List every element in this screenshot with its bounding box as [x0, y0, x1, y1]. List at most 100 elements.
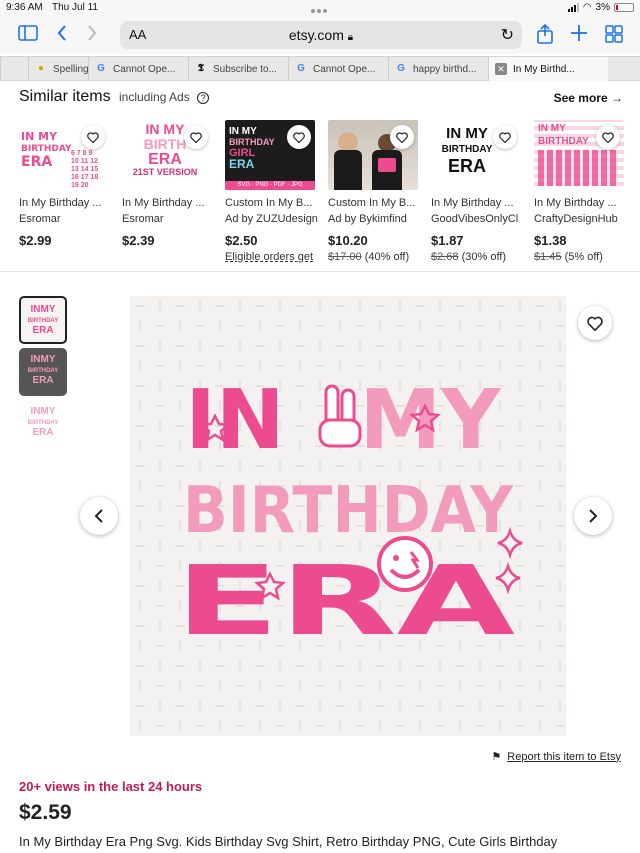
flag-icon: ⚑	[491, 751, 502, 763]
favorite-heart-icon[interactable]	[596, 125, 620, 149]
tab-item[interactable]: Ghappy birthd...	[388, 57, 488, 81]
item-title[interactable]: In My Birthday ...	[431, 197, 523, 209]
new-tab-icon[interactable]	[570, 24, 588, 45]
item-promo-note[interactable]: Eligible orders get	[225, 251, 317, 263]
item-title[interactable]: Custom In My B...	[225, 197, 317, 209]
tab-item[interactable]: ● Spelling	[28, 57, 88, 81]
item-price: $2.99	[19, 233, 52, 248]
nyt-icon: 𝕿	[197, 63, 205, 74]
battery-percent: 3%	[595, 2, 610, 13]
favorite-heart-icon[interactable]	[493, 125, 517, 149]
gallery-thumbnails: INMY BIRTHDAY ERA INMY BIRTHDAY ERA INMY BIRT…	[19, 296, 67, 452]
item-price: $1.87	[431, 233, 464, 248]
item-price: $10.20	[328, 233, 368, 248]
share-icon[interactable]	[536, 23, 554, 47]
item-shop: CraftyDesignHub	[534, 213, 618, 225]
reload-icon[interactable]: ↻	[501, 25, 514, 45]
section-divider	[0, 271, 640, 272]
main-product-image[interactable]: IN MY BIRTHDAY ERA	[130, 296, 566, 736]
google-icon: G	[297, 63, 305, 74]
item-price: $2.39	[122, 233, 155, 248]
favorite-heart-icon[interactable]	[578, 306, 612, 340]
report-item-link[interactable]: ⚑ Report this item to Etsy	[491, 750, 621, 764]
tab-item[interactable]: G Cannot Ope...	[288, 57, 388, 81]
status-bar: 9:36 AM Thu Jul 11 ◠ 3%	[0, 0, 640, 16]
tab-item[interactable]: G Cannot Ope...	[88, 57, 188, 81]
item-original-price: $1.45 (5% off)	[534, 251, 603, 263]
battery-icon	[614, 3, 634, 12]
bee-icon: ●	[37, 63, 45, 74]
favorite-heart-icon[interactable]	[390, 125, 414, 149]
close-icon[interactable]: ✕	[495, 63, 507, 75]
image-word-birthday: BIRTHDAY	[183, 474, 514, 548]
favorite-heart-icon[interactable]	[184, 125, 208, 149]
similar-items-title: Similar items	[19, 88, 111, 105]
tab-item[interactable]: 𝕿 Subscribe to...	[188, 57, 288, 81]
tab-overview-icon[interactable]	[605, 25, 623, 46]
gallery-thumb[interactable]: INMY BIRTHDAY ERA	[19, 348, 67, 396]
item-thumbnail[interactable]: IN MY BIRTHDAY ERA 6 7 8 9 10 11 12 13 14 …	[19, 120, 109, 190]
in-my-birthday-era-graphic: IN MY BIRTHDAY ERA	[130, 296, 566, 736]
smiley-face-icon	[377, 536, 433, 592]
similar-item[interactable]: IN MY BIRTHDAY In My Birthday ... Crafty…	[534, 120, 626, 263]
item-price: $2.50	[225, 233, 258, 248]
item-shop: Ad by Bykimfind	[328, 213, 407, 225]
item-shop: GoodVibesOnlyCl	[431, 213, 519, 225]
address-bar[interactable]: AA etsy.com 🔒︎ ↻	[120, 21, 522, 49]
number-grid-graphic: 6 7 8 9 10 11 12 13 14 15 16 17 18 19 20	[71, 150, 99, 189]
favorite-heart-icon[interactable]	[81, 125, 105, 149]
wifi-icon: ◠	[582, 2, 592, 13]
item-title[interactable]: In My Birthday ...	[122, 197, 214, 209]
product-title: In My Birthday Era Png Svg. Kids Birthda…	[19, 834, 558, 849]
item-original-price: $17.00 (40% off)	[328, 251, 410, 263]
image-word-in: IN	[185, 373, 284, 468]
gallery-thumb-selected[interactable]: INMY BIRTHDAY ERA	[19, 296, 67, 344]
child-photo-front-body	[334, 150, 362, 190]
shirt-print-graphic	[378, 158, 396, 172]
see-more-link[interactable]: See more →	[554, 91, 623, 105]
item-thumbnail[interactable]: IN MY BIRTH ERA 21ST VERSION	[122, 120, 212, 190]
item-title[interactable]: Custom In My B...	[328, 197, 420, 209]
item-shop: Esromar	[19, 213, 61, 225]
tab-bar: ● Spelling G Cannot Ope... 𝕿 Subscribe to..…	[0, 56, 640, 81]
similar-item[interactable]: IN MY BIRTHDAY ERA In My Birthday ... Go…	[431, 120, 523, 263]
favorite-heart-icon[interactable]	[287, 125, 311, 149]
similar-item[interactable]: IN MY BIRTH ERA 21ST VERSION In My Birth…	[122, 120, 214, 248]
item-thumbnail[interactable]: IN MY BIRTHDAY GIRL ERA SVG · PNG · PDF …	[225, 120, 315, 190]
multitasking-dots-icon[interactable]	[311, 5, 331, 13]
status-date: Thu Jul 11	[52, 2, 98, 13]
previous-image-button[interactable]	[80, 497, 118, 535]
google-icon: G	[397, 63, 405, 74]
item-title[interactable]: In My Birthday ...	[19, 197, 111, 209]
tab-item-active[interactable]: ✕ In My Birthd...	[488, 57, 608, 81]
item-thumbnail[interactable]: IN MY BIRTHDAY	[534, 120, 624, 190]
similar-items-header: Similar items including Ads ? See more →	[19, 88, 623, 112]
browser-toolbar: AA etsy.com 🔒︎ ↻	[0, 16, 640, 54]
pink-pattern-graphic	[538, 150, 618, 186]
item-title[interactable]: In My Birthday ...	[534, 197, 626, 209]
item-shop: Esromar	[122, 213, 164, 225]
gallery-thumb[interactable]: INMY BIRTHDAY ERA	[19, 400, 67, 448]
item-thumbnail[interactable]: IN MY BIRTHDAY ERA	[431, 120, 521, 190]
url-host: etsy.com	[288, 27, 344, 43]
similar-item[interactable]: IN MY BIRTHDAY GIRL ERA SVG · PNG · PDF …	[225, 120, 317, 263]
item-thumbnail[interactable]	[328, 120, 418, 190]
status-time: 9:36 AM	[6, 2, 43, 13]
info-icon[interactable]: ?	[197, 92, 210, 104]
similar-items-row: IN MY BIRTHDAY ERA 6 7 8 9 10 11 12 13 14 …	[19, 120, 640, 265]
next-image-button[interactable]	[574, 497, 612, 535]
back-icon[interactable]	[56, 24, 68, 45]
tab-item[interactable]	[0, 57, 28, 81]
item-original-price: $2.68 (30% off)	[431, 251, 507, 263]
chevron-left-icon	[94, 509, 103, 523]
product-price: $2.59	[19, 801, 72, 824]
forward-icon[interactable]	[86, 24, 98, 45]
similar-item[interactable]: IN MY BIRTHDAY ERA 6 7 8 9 10 11 12 13 14 …	[19, 120, 111, 248]
arrow-right-icon: →	[611, 91, 623, 105]
sidebar-icon[interactable]	[18, 25, 38, 44]
image-word-era: ERA	[175, 545, 515, 657]
child-photo-front	[338, 132, 358, 152]
lock-icon: 🔒︎	[347, 32, 354, 43]
similar-item[interactable]: Custom In My B... Ad by Bykimfind $10.20…	[328, 120, 420, 263]
item-shop: Ad by ZUZUdesigns	[225, 213, 317, 225]
